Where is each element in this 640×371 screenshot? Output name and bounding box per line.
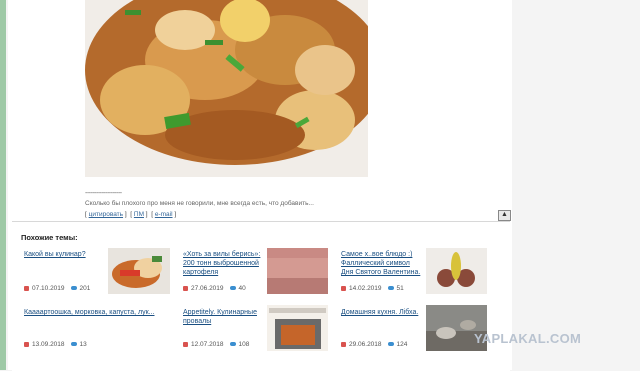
topic-date: 14.02.2019 [349,285,382,292]
email-link[interactable]: e-mail [155,211,173,218]
similar-topic-thumbnail[interactable] [426,248,487,294]
similar-topic-link[interactable]: Какой вы кулинар? [24,250,104,259]
similar-topic-meta: 13.09.2018 13 [24,341,87,348]
similar-topics-title: Похожие темы: [21,233,78,242]
site-watermark: YAPLAKAL.COM [474,331,582,346]
calendar-icon [183,341,188,347]
right-column [512,0,640,370]
post-signature: Сколько бы плохого про меня не говорили,… [85,200,314,207]
similar-topic-link[interactable]: Самое х..вое блюдо :) Фаллический символ… [341,250,421,277]
calendar-icon [24,341,29,347]
topic-date: 27.06.2019 [191,285,224,292]
post-actions: [ цитировать ] [ ПМ ] [ e-mail ] [85,211,177,218]
comments-icon [229,342,236,347]
pm-link[interactable]: ПМ [134,211,144,218]
quote-link[interactable]: цитировать [89,211,123,218]
left-accent-bar [0,0,6,370]
similar-topic-thumbnail[interactable] [108,248,170,294]
calendar-icon [183,285,188,291]
topic-date: 07.10.2019 [32,285,65,292]
topic-comments: 51 [396,285,404,292]
topic-comments: 108 [238,341,250,348]
similar-topic-meta: 07.10.2019 201 [24,285,90,292]
calendar-icon [24,285,29,291]
post-photo-fried-potatoes [85,0,368,177]
topic-comments: 40 [238,285,246,292]
topic-comments: 201 [79,285,91,292]
topic-date: 12.07.2018 [191,341,224,348]
similar-topic-link[interactable]: Домашняя кухня. Лібха. [341,308,421,317]
topic-comments: 13 [79,341,87,348]
comments-icon [70,286,77,291]
calendar-icon [341,341,346,347]
signature-separator: -------------------- [85,190,122,197]
similar-topic-meta: 12.07.2018 108 [183,341,249,348]
topic-date: 29.06.2018 [349,341,382,348]
calendar-icon [341,285,346,291]
topic-comments: 124 [396,341,408,348]
comments-icon [70,342,77,347]
similar-topic-meta: 29.06.2018 124 [341,341,407,348]
comments-icon [229,286,236,291]
similar-topic-link[interactable]: Каааартоошка, морковка, капуста, лук... [24,308,164,317]
topic-date: 13.09.2018 [32,341,65,348]
comments-icon [387,342,394,347]
arrow-up-icon[interactable]: ▲ [498,210,511,221]
comments-icon [387,286,394,291]
similar-topic-meta: 14.02.2019 51 [341,285,404,292]
similar-topic-link[interactable]: Appetitely. Кулинарные провалы [183,308,263,326]
similar-topic-meta: 27.06.2019 40 [183,285,246,292]
similar-topic-thumbnail[interactable] [267,248,328,294]
similar-topic-thumbnail[interactable] [267,305,328,351]
similar-topic-link[interactable]: «Хоть за вилы берись»: 200 тонн выброшен… [183,250,263,277]
